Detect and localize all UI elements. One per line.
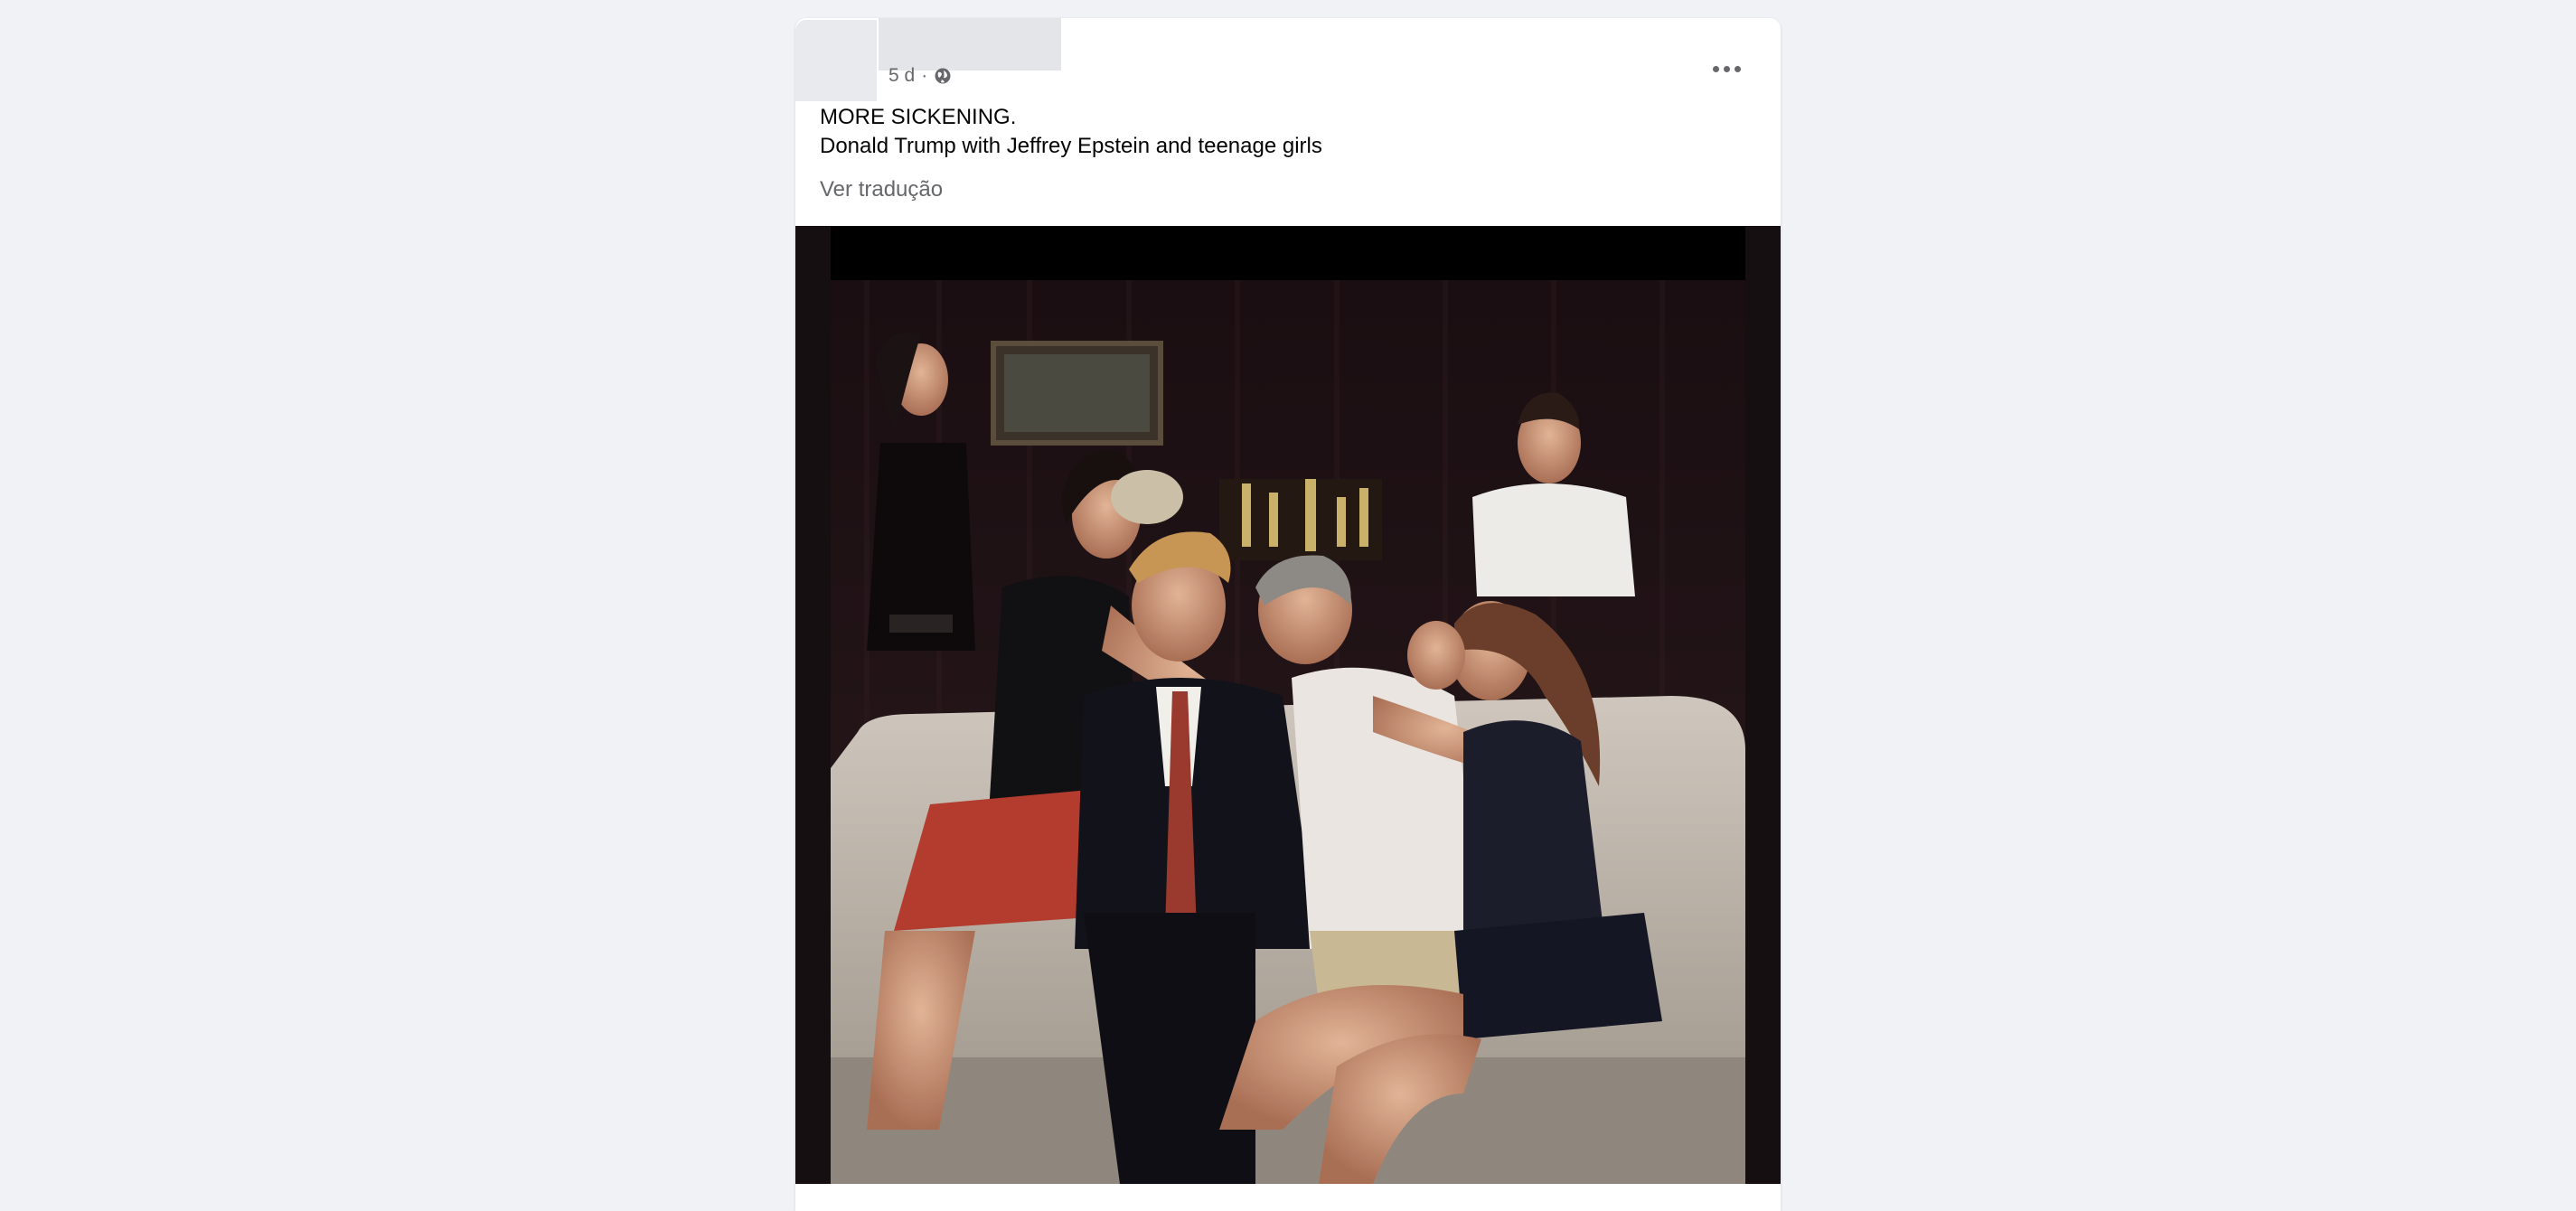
post-text: MORE SICKENING. Donald Trump with Jeffre… [820,103,1322,161]
more-horizontal-icon [1712,65,1741,72]
post-meta: 5 d · [888,65,952,87]
post-photo[interactable] [795,226,1781,1184]
post-text-line-2: Donald Trump with Jeffrey Epstein and te… [820,134,1322,158]
author-avatar-redacted[interactable] [795,20,877,101]
globe-icon[interactable] [934,67,952,85]
more-options-button[interactable] [1701,43,1752,94]
post-timestamp[interactable]: 5 d [888,65,915,87]
meta-separator: · [921,65,928,86]
post-header: 5 d · [795,18,1781,104]
see-translation-link[interactable]: Ver tradução [820,177,943,202]
news-feed: 5 d · MORE SICKENING. Donald Trump with … [0,0,2576,1211]
author-name-redacted[interactable] [879,18,1061,70]
post-card: 5 d · MORE SICKENING. Donald Trump with … [795,18,1781,1211]
post-text-line-1: MORE SICKENING. [820,105,1017,129]
group-photo-image [831,226,1745,1184]
